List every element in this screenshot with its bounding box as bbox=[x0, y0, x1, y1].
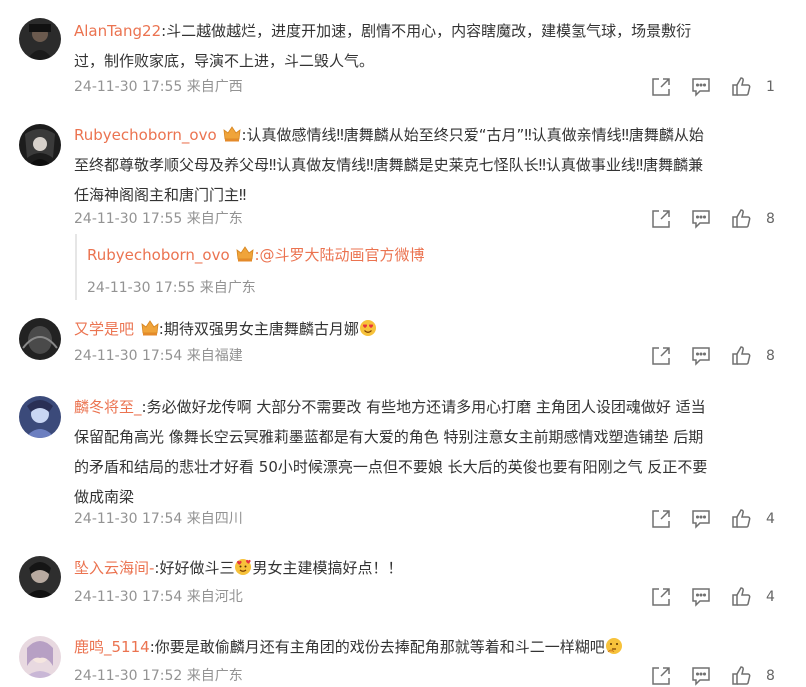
comment-icon[interactable] bbox=[690, 508, 712, 530]
comment-body-line: 男女主建模搞好点！！ bbox=[252, 559, 403, 577]
mention-link[interactable]: :@斗罗大陆动画官方微博 bbox=[254, 246, 424, 264]
username-link[interactable]: Rubyechoborn_ovo bbox=[87, 246, 230, 264]
comment-body-line: :期待双强男女主唐舞麟古月娜 bbox=[158, 320, 359, 338]
avatar[interactable] bbox=[19, 636, 61, 678]
like-icon[interactable] bbox=[730, 76, 752, 98]
avatar[interactable] bbox=[19, 556, 61, 598]
username-link[interactable]: 坠入云海间- bbox=[74, 559, 154, 577]
reply-thread: Rubyechoborn_ovo :@斗罗大陆动画官方微博 24-11-30 1… bbox=[75, 234, 777, 300]
comment-body-line: :好好做斗三 bbox=[154, 559, 235, 577]
username-link[interactable]: AlanTang22 bbox=[74, 22, 161, 40]
avatar[interactable] bbox=[19, 18, 61, 60]
like-icon[interactable] bbox=[730, 345, 752, 367]
reply-meta: 24-11-30 17:55 来自广东 bbox=[87, 280, 256, 296]
comment-text: Rubyechoborn_ovo :认真做感情线‼唐舞麟从始至终只爱“古月”‼认… bbox=[74, 120, 774, 210]
reply-text: Rubyechoborn_ovo :@斗罗大陆动画官方微博 bbox=[87, 240, 787, 270]
comment-text: 又学是吧 :期待双强男女主唐舞麟古月娜 bbox=[74, 314, 774, 344]
thinking-emoji-icon bbox=[605, 635, 623, 654]
comment-icon[interactable] bbox=[690, 345, 712, 367]
comment-meta: 24-11-30 17:55 来自广东 bbox=[74, 211, 243, 227]
avatar[interactable] bbox=[19, 318, 61, 360]
like-icon[interactable] bbox=[730, 208, 752, 230]
comment-body-line: 的矛盾和结局的悲壮才好看 50小时候漂亮一点但不要娘 长大后的英俊也要有阳刚之气… bbox=[74, 458, 708, 476]
comment-actions: 8 bbox=[636, 665, 806, 687]
comment-body-line: :你要是敢偷麟月还有主角团的戏份去捧配角那就等着和斗二一样糊吧 bbox=[149, 638, 605, 656]
comment-text: 鹿鸣_5114:你要是敢偷麟月还有主角团的戏份去捧配角那就等着和斗二一样糊吧 bbox=[74, 632, 774, 662]
comment-body-line: :斗二越做越烂，进度开加速，剧情不用心，内容瞎魔改，建模氢气球，场景敷衍 bbox=[161, 22, 692, 40]
comment-body-line: 任海神阁阁主和唐门门主‼ bbox=[74, 186, 247, 204]
crown-badge-icon bbox=[236, 242, 254, 262]
comment-actions: 8 bbox=[636, 345, 806, 367]
like-count: 4 bbox=[766, 511, 775, 527]
comment-actions: 8 bbox=[636, 208, 806, 230]
username-link[interactable]: 鹿鸣_5114 bbox=[74, 638, 150, 656]
comment-actions: 4 bbox=[636, 586, 806, 608]
share-icon[interactable] bbox=[650, 586, 672, 608]
comment-actions: 1 bbox=[636, 76, 806, 98]
comment-text: 麟冬将至_:务必做好龙传啊 大部分不需要改 有些地方还请多用心打磨 主角团人设团… bbox=[74, 392, 774, 512]
comment-actions: 4 bbox=[636, 508, 806, 530]
like-icon[interactable] bbox=[730, 586, 752, 608]
comment-icon[interactable] bbox=[690, 208, 712, 230]
share-icon[interactable] bbox=[650, 345, 672, 367]
like-count: 8 bbox=[766, 668, 775, 684]
like-icon[interactable] bbox=[730, 508, 752, 530]
comment-meta: 24-11-30 17:52 来自广东 bbox=[74, 668, 243, 684]
crown-badge-icon bbox=[223, 122, 241, 142]
like-count: 1 bbox=[766, 79, 775, 95]
heart-eyes-emoji-icon bbox=[359, 317, 377, 336]
like-count: 8 bbox=[766, 211, 775, 227]
crown-badge-icon bbox=[141, 316, 159, 336]
comment-meta: 24-11-30 17:54 来自四川 bbox=[74, 511, 243, 527]
comment-icon[interactable] bbox=[690, 665, 712, 687]
share-icon[interactable] bbox=[650, 208, 672, 230]
share-icon[interactable] bbox=[650, 665, 672, 687]
username-link[interactable]: Rubyechoborn_ovo bbox=[74, 126, 217, 144]
comment-icon[interactable] bbox=[690, 586, 712, 608]
username-link[interactable]: 又学是吧 bbox=[74, 320, 134, 338]
share-icon[interactable] bbox=[650, 76, 672, 98]
avatar[interactable] bbox=[19, 396, 61, 438]
comment-body-line: :认真做感情线‼唐舞麟从始至终只爱“古月”‼认真做亲情线‼唐舞麟从始 bbox=[241, 126, 704, 144]
comment-body-line: :务必做好龙传啊 大部分不需要改 有些地方还请多用心打磨 主角团人设团魂做好 适… bbox=[141, 398, 706, 416]
share-icon[interactable] bbox=[650, 508, 672, 530]
comment-body-line: 保留配角高光 像舞长空云冥雅莉墨蓝都是有大爱的角色 特别注意女主前期感情戏塑造铺… bbox=[74, 428, 704, 446]
heart-face-emoji-icon bbox=[234, 556, 252, 575]
comment-icon[interactable] bbox=[690, 76, 712, 98]
comment-meta: 24-11-30 17:54 来自福建 bbox=[74, 348, 243, 364]
like-icon[interactable] bbox=[730, 665, 752, 687]
like-count: 8 bbox=[766, 348, 775, 364]
comment-text: 坠入云海间-:好好做斗三 男女主建模搞好点！！ bbox=[74, 553, 774, 583]
comment-body-line: 至终都尊敬孝顺父母及养父母‼认真做友情线‼唐舞麟是史莱克七怪队长‼认真做事业线‼… bbox=[74, 156, 704, 174]
comment-meta: 24-11-30 17:54 来自河北 bbox=[74, 589, 243, 605]
comment-body-line: 过，制作败家底，导演不上进，斗二毁人气。 bbox=[74, 52, 375, 70]
username-link[interactable]: 麟冬将至_ bbox=[74, 398, 142, 416]
comment-text: AlanTang22:斗二越做越烂，进度开加速，剧情不用心，内容瞎魔改，建模氢气… bbox=[74, 16, 774, 76]
avatar[interactable] bbox=[19, 124, 61, 166]
comment-meta: 24-11-30 17:55 来自广西 bbox=[74, 79, 243, 95]
like-count: 4 bbox=[766, 589, 775, 605]
comment-body-line: 做成南梁 bbox=[74, 488, 135, 506]
